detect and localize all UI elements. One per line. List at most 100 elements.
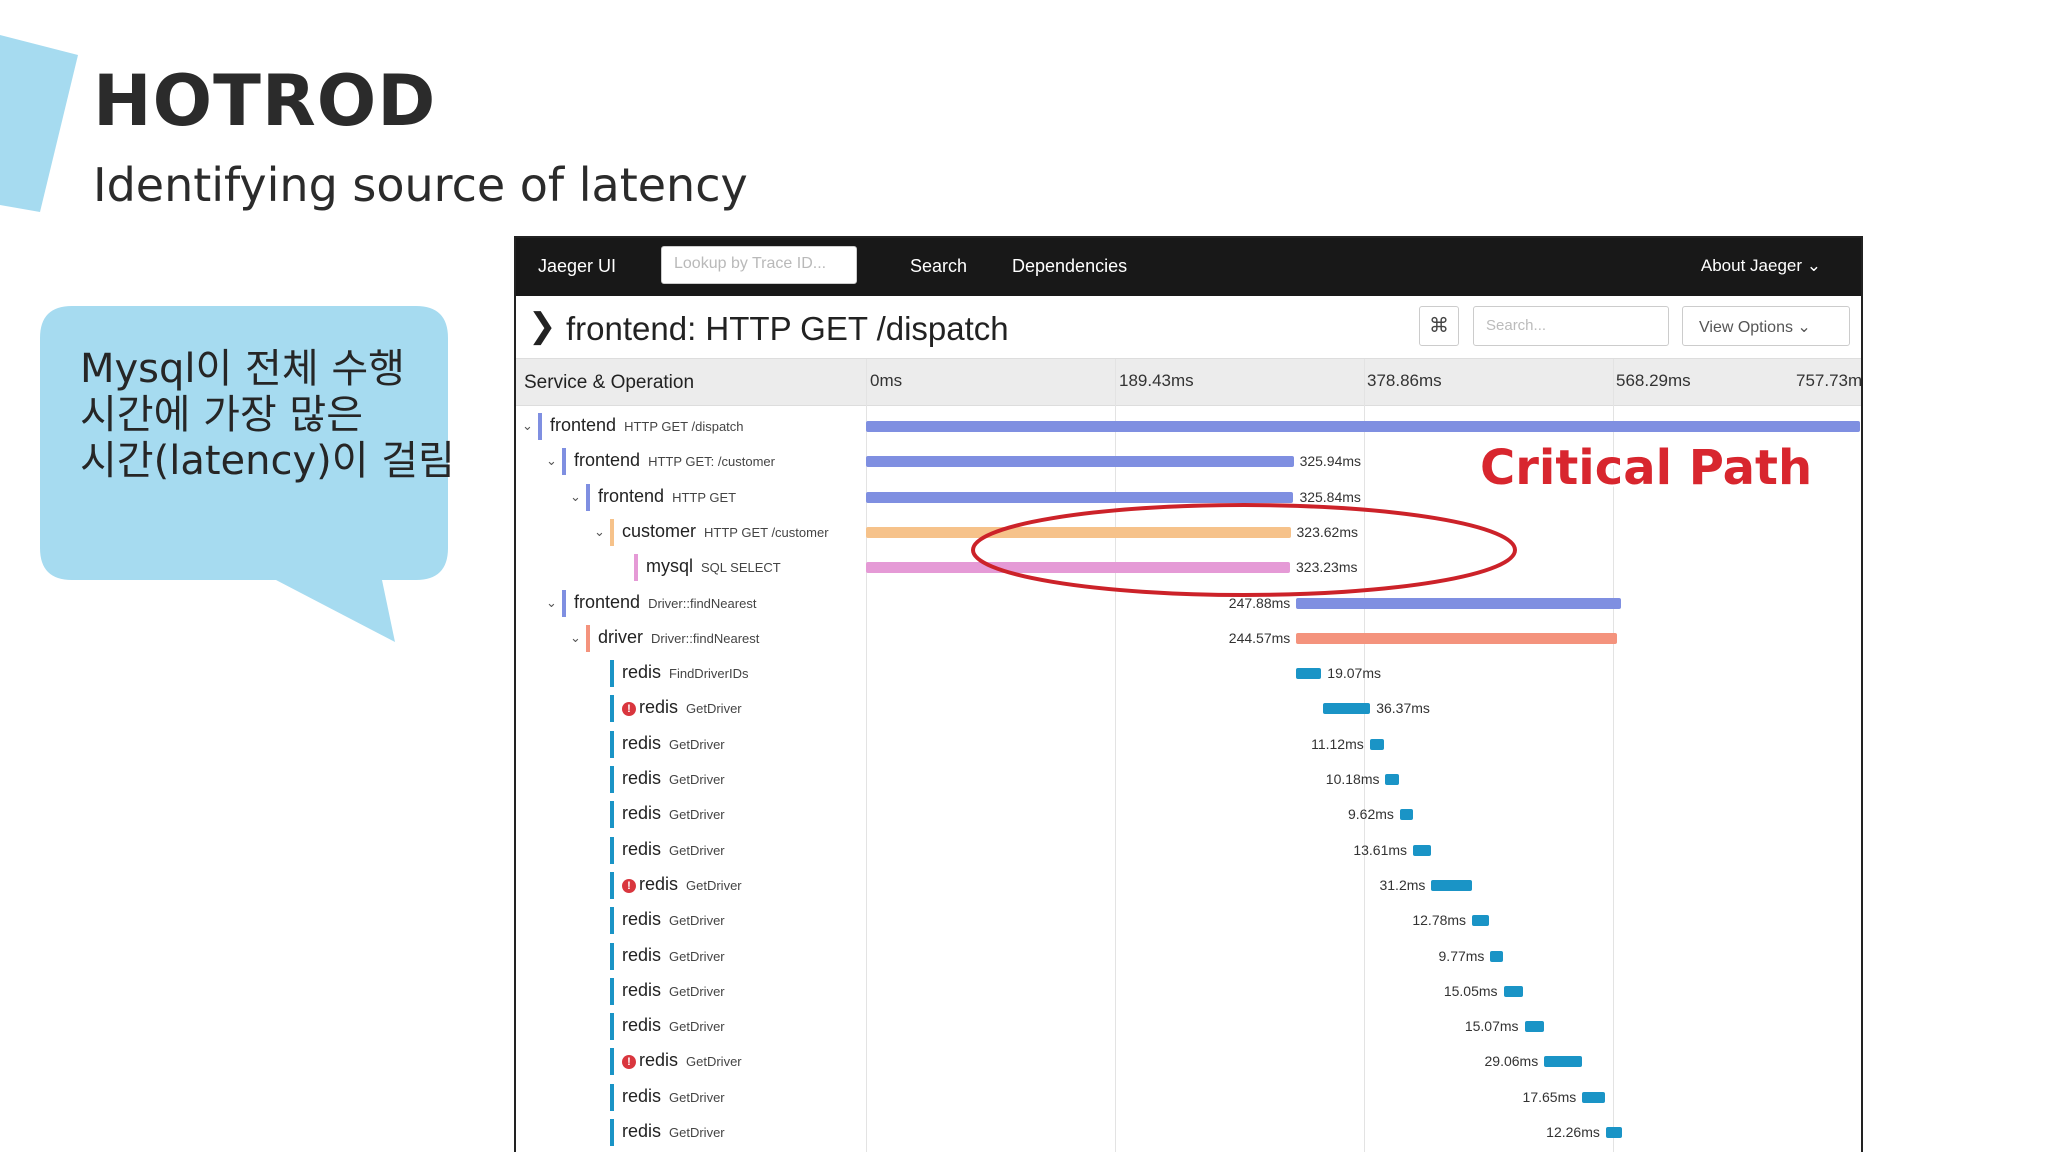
view-options-dropdown[interactable]: View Options ⌄	[1682, 306, 1850, 346]
error-icon: !	[622, 878, 636, 893]
span-service-name[interactable]: ! redis GetDriver	[622, 874, 742, 895]
span-bar[interactable]	[866, 526, 1291, 538]
span-row[interactable]: redis GetDriver 10.18ms	[516, 762, 1861, 797]
span-row[interactable]: ! redis GetDriver 36.37ms	[516, 691, 1861, 726]
span-row[interactable]: ⌄ customer HTTP GET /customer 323.62ms	[516, 515, 1861, 550]
span-row[interactable]: ! redis GetDriver 29.06ms	[516, 1044, 1861, 1079]
span-service-name[interactable]: mysql SQL SELECT	[646, 556, 781, 577]
service-color-bar	[610, 942, 614, 970]
span-operation-name: GetDriver	[669, 736, 725, 752]
trace-header: ❯ frontend: HTTP GET /dispatch ⌘ Search.…	[516, 296, 1861, 359]
service-color-bar	[610, 1119, 614, 1146]
nav-dependencies[interactable]: Dependencies	[1012, 256, 1127, 277]
span-service-name[interactable]: redis GetDriver	[622, 1086, 725, 1107]
chevron-down-icon[interactable]: ⌄	[570, 630, 581, 646]
span-row[interactable]: redis GetDriver 9.62ms	[516, 797, 1861, 832]
trace-search-input[interactable]: Search...	[1473, 306, 1669, 346]
tick-label: 189.43ms	[1119, 371, 1194, 390]
span-bar[interactable]	[1605, 1127, 1622, 1138]
span-operation-name: GetDriver	[686, 701, 742, 717]
span-bar[interactable]	[1503, 985, 1524, 997]
span-service-name[interactable]: ! redis GetDriver	[622, 697, 742, 718]
span-row[interactable]: redis GetDriver 13.61ms	[516, 833, 1861, 868]
span-operation-name: SQL SELECT	[701, 560, 781, 576]
span-duration-label: 12.78ms	[1412, 912, 1467, 929]
span-bar[interactable]	[1472, 915, 1489, 927]
span-bar[interactable]	[1399, 809, 1413, 821]
span-row[interactable]: redis FindDriverIDs 19.07ms	[516, 656, 1861, 691]
span-row[interactable]: redis GetDriver 15.07ms	[516, 1009, 1861, 1044]
span-row[interactable]: redis GetDriver 11.12ms	[516, 727, 1861, 762]
chevron-right-icon[interactable]: ❯	[528, 306, 557, 346]
about-jaeger-menu[interactable]: About Jaeger ⌄	[1701, 256, 1821, 276]
span-row[interactable]: redis GetDriver 9.77ms	[516, 939, 1861, 974]
span-row[interactable]: ⌄ frontend HTTP GET /dispatch	[516, 409, 1861, 444]
span-duration-label: 10.18ms	[1325, 771, 1380, 787]
span-service-name[interactable]: redis GetDriver	[622, 980, 725, 1001]
span-operation-name: GetDriver	[669, 772, 725, 787]
tick-label: 0ms	[870, 371, 903, 390]
span-service-name[interactable]: redis GetDriver	[622, 909, 725, 930]
span-bar[interactable]	[866, 456, 1294, 468]
span-bar[interactable]	[1544, 1056, 1583, 1068]
span-row[interactable]: mysql SQL SELECT 323.23ms	[516, 550, 1861, 585]
span-row[interactable]: redis GetDriver 12.26ms	[516, 1115, 1861, 1150]
span-service-name[interactable]: driver Driver::findNearest	[598, 627, 759, 648]
span-service-name[interactable]: redis GetDriver	[622, 803, 725, 824]
span-bar[interactable]	[1582, 1091, 1606, 1103]
span-row[interactable]: ⌄ driver Driver::findNearest 244.57ms	[516, 621, 1861, 656]
span-bar[interactable]	[1296, 597, 1622, 609]
span-bar[interactable]	[1385, 774, 1399, 785]
span-service-name[interactable]: redis GetDriver	[622, 733, 725, 754]
nav-search[interactable]: Search	[910, 256, 967, 277]
service-color-bar	[610, 977, 614, 1005]
span-service-name[interactable]: ! redis GetDriver	[622, 1050, 742, 1071]
span-row[interactable]: redis GetDriver 15.05ms	[516, 974, 1861, 1009]
keyboard-shortcuts-button[interactable]: ⌘	[1419, 306, 1459, 346]
span-service-name[interactable]: frontend HTTP GET: /customer	[574, 450, 775, 471]
span-bar[interactable]	[1369, 738, 1385, 750]
chevron-down-icon[interactable]: ⌄	[522, 418, 533, 434]
span-row[interactable]: redis GetDriver 12.78ms	[516, 903, 1861, 938]
span-service-name[interactable]: customer HTTP GET /customer	[622, 521, 829, 542]
chevron-down-icon[interactable]: ⌄	[546, 595, 557, 611]
span-service-name[interactable]: frontend HTTP GET	[598, 486, 736, 507]
span-service-name[interactable]: frontend HTTP GET /dispatch	[550, 415, 744, 436]
span-bar[interactable]	[1490, 950, 1504, 962]
span-service-name[interactable]: redis GetDriver	[622, 768, 725, 789]
jaeger-ui-link[interactable]: Jaeger UI	[538, 256, 616, 277]
span-operation-name: HTTP GET /customer	[704, 524, 829, 540]
span-bar[interactable]	[1296, 668, 1322, 680]
span-service-name[interactable]: redis GetDriver	[622, 1121, 725, 1142]
chevron-down-icon[interactable]: ⌄	[546, 453, 557, 469]
span-duration-label: 325.94ms	[1299, 453, 1362, 470]
span-service-name[interactable]: redis GetDriver	[622, 1015, 725, 1036]
span-bar[interactable]	[1296, 632, 1618, 644]
span-operation-name: GetDriver	[669, 807, 725, 823]
span-bar[interactable]	[866, 562, 1291, 574]
span-service-name[interactable]: frontend Driver::findNearest	[574, 592, 756, 613]
span-duration-label: 29.06ms	[1484, 1053, 1539, 1070]
span-service-name[interactable]: redis FindDriverIDs	[622, 662, 748, 683]
span-bar[interactable]	[1524, 1021, 1545, 1033]
span-bar[interactable]	[1431, 879, 1473, 891]
span-row[interactable]: ⌄ frontend Driver::findNearest 247.88ms	[516, 586, 1861, 621]
slide-subtitle: Identifying source of latency	[93, 158, 748, 212]
span-operation-name: GetDriver	[669, 913, 725, 929]
span-service-name[interactable]: redis GetDriver	[622, 839, 725, 860]
span-bar[interactable]	[1322, 703, 1371, 715]
chevron-down-icon[interactable]: ⌄	[594, 524, 605, 540]
trace-id-lookup-input[interactable]: Lookup by Trace ID...	[661, 246, 857, 284]
chevron-down-icon[interactable]: ⌄	[570, 489, 581, 505]
service-operation-header: Service & Operation	[524, 372, 695, 393]
span-service-name[interactable]: redis GetDriver	[622, 945, 725, 966]
span-row[interactable]: ! redis GetDriver 31.2ms	[516, 868, 1861, 903]
span-bar[interactable]	[1413, 844, 1431, 856]
span-bar[interactable]	[866, 491, 1294, 503]
service-color-bar	[610, 836, 614, 864]
service-color-bar	[610, 907, 614, 935]
span-duration-label: 244.57ms	[1228, 629, 1291, 646]
span-row[interactable]: redis GetDriver 17.65ms	[516, 1080, 1861, 1115]
span-bar[interactable]	[866, 421, 1860, 432]
span-duration-label: 11.12ms	[1311, 735, 1364, 752]
